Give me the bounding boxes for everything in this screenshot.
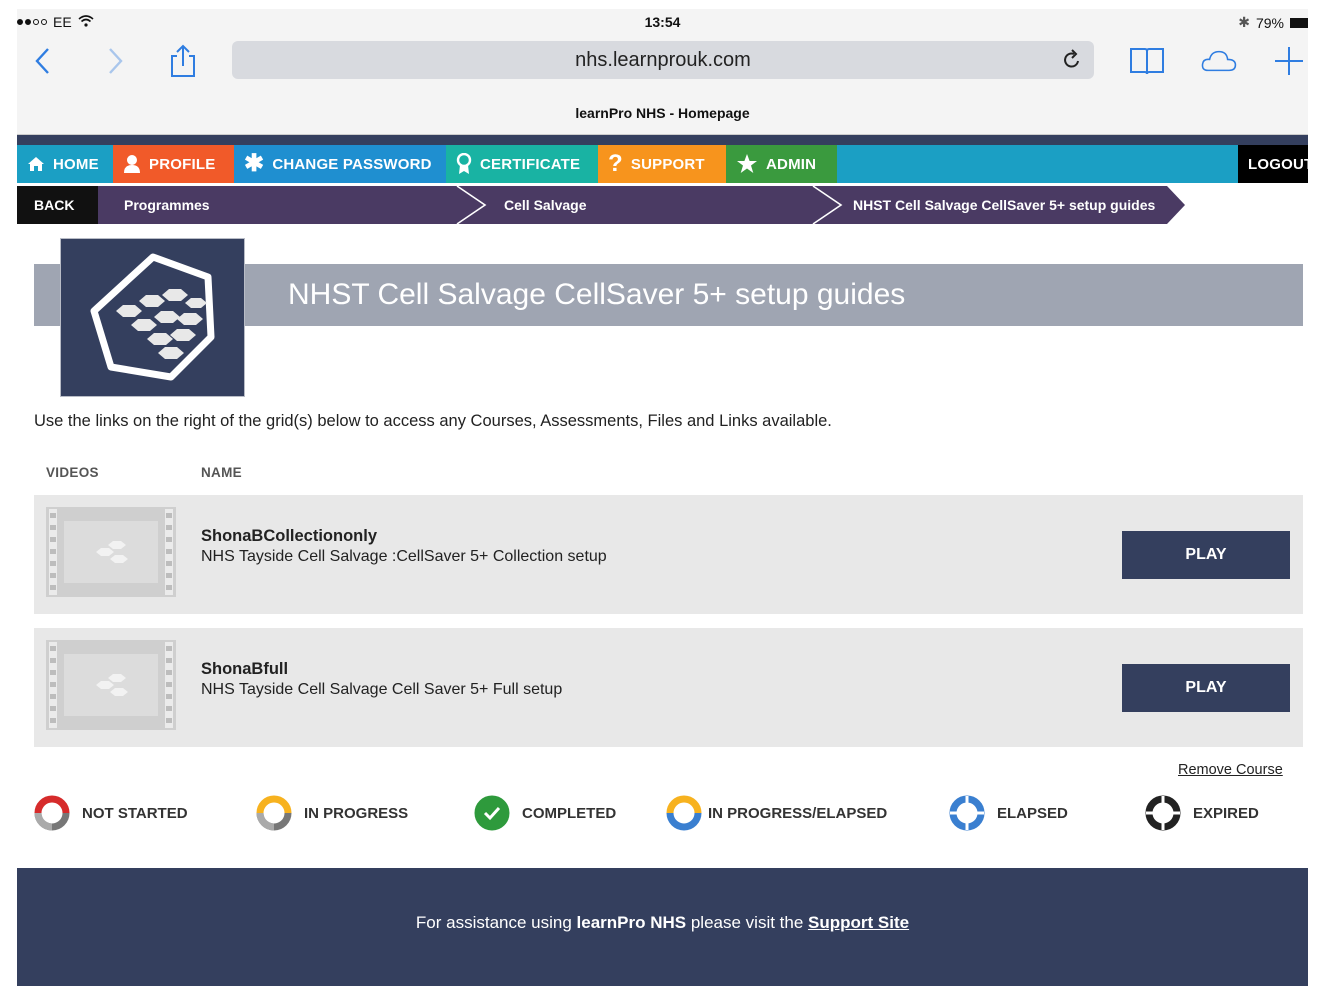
- nav-admin-label: ADMIN: [766, 155, 817, 173]
- footer-brand: learnPro NHS: [576, 913, 687, 932]
- bookmarks-icon[interactable]: [1129, 43, 1165, 79]
- footer-prefix: For assistance using: [415, 913, 577, 932]
- nav-profile-label: PROFILE: [149, 155, 216, 173]
- ipad-screen: EE 13:54 ✱ 79% nhs.learnprouk.com learnP…: [17, 9, 1308, 986]
- asterisk-icon: ✱: [244, 150, 265, 177]
- nav-profile[interactable]: PROFILE: [113, 145, 234, 183]
- not-started-status-icon: [34, 795, 70, 831]
- course-title: NHST Cell Salvage CellSaver 5+ setup gui…: [288, 278, 906, 311]
- url-text: nhs.learnprouk.com: [575, 49, 751, 71]
- legend-label: NOT STARTED: [82, 804, 188, 822]
- footer-text: For assistance using learnPro NHS please…: [17, 913, 1308, 933]
- clock: 13:54: [644, 14, 681, 30]
- nav-admin[interactable]: ADMIN: [726, 145, 837, 183]
- user-icon: [123, 154, 141, 174]
- video-title: ShonaBfull: [201, 660, 289, 678]
- cloud-icon[interactable]: [1201, 43, 1237, 79]
- remove-course-link[interactable]: Remove Course: [1178, 762, 1283, 778]
- hexagon-logo-icon: [90, 253, 215, 381]
- play-button[interactable]: PLAY: [1122, 664, 1290, 712]
- nav-logout-label: LOGOUT: [1248, 155, 1308, 173]
- address-bar[interactable]: nhs.learnprouk.com: [232, 41, 1094, 79]
- legend-completed: COMPLETED: [474, 795, 616, 831]
- table-row: ShonaBfull NHS Tayside Cell Salvage Cell…: [34, 628, 1303, 747]
- legend-label: COMPLETED: [522, 804, 617, 822]
- browser-toolbar: nhs.learnprouk.com: [17, 37, 1308, 85]
- video-description: NHS Tayside Cell Salvage :CellSaver 5+ C…: [201, 548, 607, 565]
- back-button[interactable]: BACK: [34, 197, 74, 213]
- completed-status-icon: [474, 795, 510, 831]
- battery-icon: [1290, 17, 1308, 28]
- new-tab-icon[interactable]: [1271, 43, 1307, 79]
- course-logo: [60, 238, 245, 397]
- table-row: ShonaBCollectiononly NHS Tayside Cell Sa…: [34, 495, 1303, 614]
- column-header-name: NAME: [201, 465, 242, 480]
- intro-text: Use the links on the right of the grid(s…: [34, 412, 832, 430]
- play-button[interactable]: PLAY: [1122, 531, 1290, 579]
- nav-certificate[interactable]: CERTIFICATE: [446, 145, 598, 183]
- legend-label: IN PROGRESS: [304, 804, 409, 822]
- legend-label: IN PROGRESS/ELAPSED: [708, 804, 888, 822]
- video-thumbnail-icon: [46, 507, 176, 597]
- elapsed-status-icon: [949, 795, 985, 831]
- share-icon[interactable]: [165, 43, 201, 79]
- back-arrow-icon[interactable]: [25, 43, 61, 79]
- legend-label: ELAPSED: [997, 804, 1068, 822]
- tab-title-bar: learnPro NHS - Homepage: [17, 85, 1308, 135]
- video-description: NHS Tayside Cell Salvage Cell Saver 5+ F…: [201, 681, 563, 698]
- star-icon: [736, 154, 758, 174]
- reload-icon[interactable]: [1062, 49, 1082, 76]
- nav-certificate-label: CERTIFICATE: [480, 155, 581, 173]
- legend-elapsed: ELAPSED: [949, 795, 1068, 831]
- status-bar: EE 13:54 ✱ 79%: [17, 9, 1308, 37]
- forward-arrow-icon[interactable]: [97, 43, 133, 79]
- nav-support[interactable]: ? SUPPORT: [598, 145, 726, 183]
- video-title: ShonaBCollectiononly: [201, 527, 378, 545]
- legend-not-started: NOT STARTED: [34, 795, 188, 831]
- home-icon: [27, 156, 45, 172]
- breadcrumb: BACK Programmes Cell Salvage NHST Cell S…: [17, 185, 1308, 225]
- page-title: learnPro NHS - Homepage: [575, 105, 750, 121]
- column-header-videos: VIDEOS: [46, 465, 99, 480]
- nav-logout[interactable]: LOGOUT: [1238, 145, 1308, 183]
- breadcrumb-cell-salvage[interactable]: Cell Salvage: [504, 197, 587, 213]
- bluetooth-icon: ✱: [1238, 14, 1250, 30]
- in-progress-status-icon: [256, 795, 292, 831]
- legend-in-progress: IN PROGRESS: [256, 795, 408, 831]
- support-site-link[interactable]: Support Site: [808, 913, 909, 932]
- nav-support-label: SUPPORT: [630, 155, 705, 173]
- legend-expired: EXPIRED: [1145, 795, 1259, 831]
- legend-in-progress-elapsed: IN PROGRESS/ELAPSED: [666, 795, 887, 831]
- legend-label: EXPIRED: [1193, 804, 1259, 822]
- breadcrumb-current: NHST Cell Salvage CellSaver 5+ setup gui…: [853, 197, 1156, 213]
- nav-home-label: HOME: [53, 155, 99, 173]
- breadcrumb-programmes[interactable]: Programmes: [124, 197, 210, 213]
- nav-home[interactable]: HOME: [17, 145, 113, 183]
- site-top-stripe: [17, 135, 1308, 145]
- video-thumbnail-icon: [46, 640, 176, 730]
- question-icon: ?: [608, 150, 623, 177]
- footer-middle: please visit the: [686, 913, 809, 932]
- battery-percent: 79%: [1255, 14, 1284, 31]
- nav-change-password[interactable]: ✱ CHANGE PASSWORD: [234, 145, 446, 183]
- award-icon: [456, 153, 472, 175]
- footer: For assistance using learnPro NHS please…: [17, 868, 1308, 986]
- nav-change-password-label: CHANGE PASSWORD: [272, 155, 432, 173]
- expired-status-icon: [1145, 795, 1181, 831]
- site-nav: HOME PROFILE ✱ CHANGE PASSWORD CERTIFICA…: [17, 145, 1308, 183]
- in-progress-elapsed-status-icon: [666, 795, 702, 831]
